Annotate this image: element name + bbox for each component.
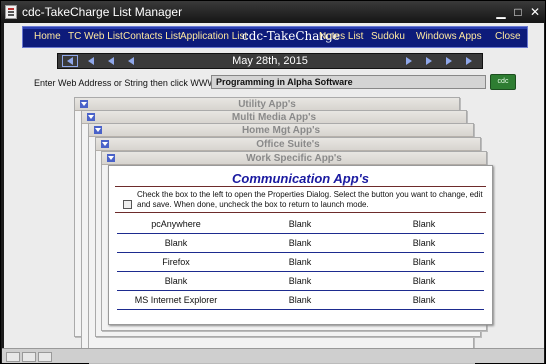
instructions-text: Check the box to the left to open the Pr… (137, 190, 483, 209)
app-window: cdc-TakeCharge List Manager ▁ □ ✕ Home T… (0, 0, 546, 364)
panel-title: Work Specific App's (246, 153, 342, 164)
properties-checkbox[interactable] (123, 200, 132, 209)
app-button[interactable]: pcAnywhere (121, 219, 231, 229)
panel-title: Office Suite's (256, 139, 320, 150)
menu-item-sudoku[interactable]: Sudoku (371, 31, 405, 42)
status-pane (38, 352, 52, 362)
app-button[interactable]: Blank (245, 295, 355, 305)
panel-communication-apps: Communication App's Check the box to the… (108, 165, 493, 325)
title-divider (115, 186, 486, 187)
menu-item-home[interactable]: Home (34, 31, 61, 42)
panel-title: Utility App's (238, 99, 296, 110)
panel-title: Home Mgt App's (241, 125, 321, 136)
next-day-icon[interactable] (406, 57, 412, 65)
web-address-input[interactable]: Programming in Alpha Software (211, 75, 486, 89)
app-row: Blank Blank Blank (117, 235, 484, 253)
app-button[interactable]: Blank (121, 276, 231, 286)
app-list-icon (5, 5, 17, 19)
app-row: pcAnywhere Blank Blank (117, 216, 484, 234)
menu-item-application-list[interactable]: Application List (180, 31, 247, 42)
next-month-icon[interactable] (446, 57, 452, 65)
app-button[interactable]: Blank (369, 276, 479, 286)
app-row: Blank Blank Blank (117, 273, 484, 291)
app-button[interactable]: Blank (369, 295, 479, 305)
collapse-icon[interactable] (101, 140, 109, 148)
menu-item-contacts-list[interactable]: Contacts List (123, 31, 181, 42)
menu-item-close[interactable]: Close (495, 31, 521, 42)
next-week-icon[interactable] (426, 57, 432, 65)
app-button[interactable]: Blank (245, 276, 355, 286)
status-bar (2, 348, 544, 363)
collapse-icon[interactable] (80, 100, 88, 108)
close-window-button[interactable]: ✕ (527, 4, 543, 20)
panel-title: Multi Media App's (231, 112, 317, 123)
collapse-icon[interactable] (107, 154, 115, 162)
app-button[interactable]: Blank (369, 219, 479, 229)
next-year-icon[interactable] (466, 57, 472, 65)
app-button[interactable]: Blank (245, 219, 355, 229)
app-button[interactable]: Blank (245, 257, 355, 267)
app-button[interactable]: MS Internet Explorer (121, 295, 231, 305)
title-bar[interactable]: cdc-TakeCharge List Manager ▁ □ ✕ (1, 1, 545, 23)
window-title: cdc-TakeCharge List Manager (22, 5, 183, 19)
app-row: Firefox Blank Blank (117, 254, 484, 272)
app-button[interactable]: Blank (121, 238, 231, 248)
panel-header[interactable]: Home Mgt App's (89, 124, 473, 137)
panel-title: Communication App's (232, 171, 369, 186)
app-button[interactable]: Blank (369, 257, 479, 267)
app-row: MS Internet Explorer Blank Blank (117, 292, 484, 310)
panel-header[interactable]: Work Specific App's (102, 152, 486, 165)
instructions-divider (115, 212, 486, 213)
date-navigator: May 28th, 2015 (57, 53, 483, 69)
collapse-icon[interactable] (94, 126, 102, 134)
collapse-icon[interactable] (87, 113, 95, 121)
client-area: Home TC Web List Contacts List Applicati… (4, 23, 544, 363)
current-date: May 28th, 2015 (232, 55, 308, 67)
menu-item-tc-web-list[interactable]: TC Web List (68, 31, 123, 42)
app-button[interactable]: Blank (245, 238, 355, 248)
app-button[interactable]: Blank (369, 238, 479, 248)
panel-header[interactable]: Office Suite's (96, 138, 480, 151)
maximize-button[interactable]: □ (510, 4, 526, 20)
web-address-label: Enter Web Address or String then click W… (34, 78, 238, 88)
www-link-button[interactable]: cdc (490, 74, 516, 90)
status-pane (6, 352, 20, 362)
menu-item-notes-list[interactable]: Notes List (319, 31, 363, 42)
main-menu-bar: Home TC Web List Contacts List Applicati… (22, 26, 528, 48)
status-pane (22, 352, 36, 362)
menu-item-windows-apps[interactable]: Windows Apps (416, 31, 482, 42)
app-button[interactable]: Firefox (121, 257, 231, 267)
minimize-button[interactable]: ▁ (493, 4, 509, 20)
